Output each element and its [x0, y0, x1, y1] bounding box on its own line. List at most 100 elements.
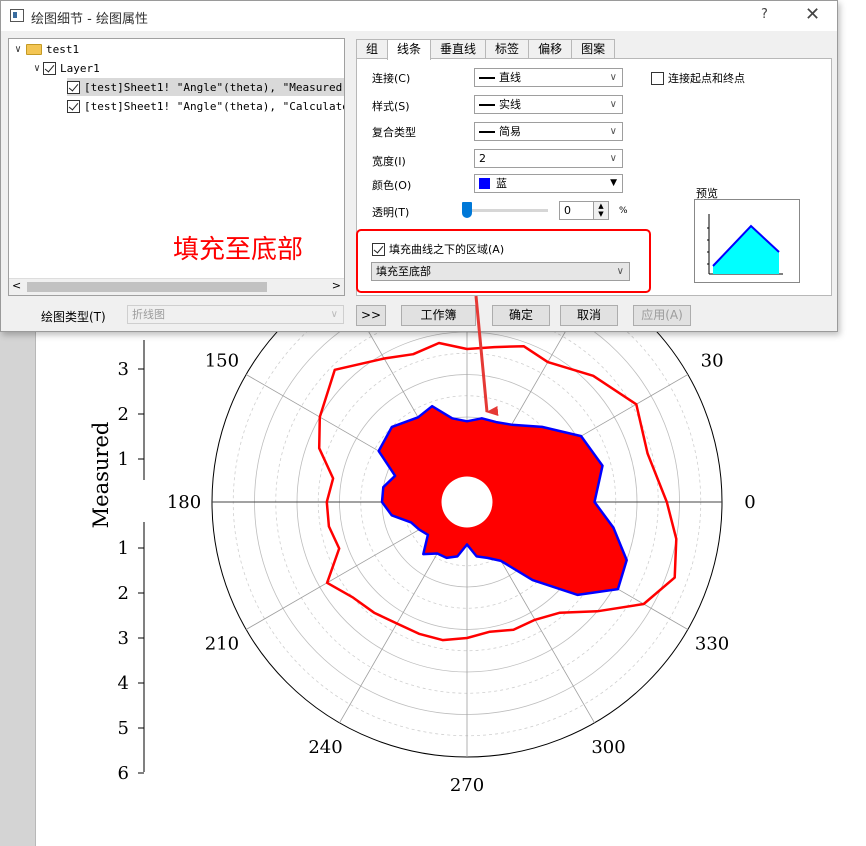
solid-line-icon [479, 76, 495, 79]
angle-label: 270 [450, 775, 484, 796]
tree-node-plot-label: [test]Sheet1! "Angle"(theta), "Calculate… [84, 99, 345, 113]
dialog-title: 绘图细节 - 绘图属性 [31, 12, 148, 27]
transparency-slider-track[interactable] [464, 209, 548, 212]
angle-label: 0 [744, 492, 755, 513]
connect-label: 连接(C) [372, 72, 411, 85]
transparency-slider-thumb[interactable] [462, 202, 472, 218]
chevron-down-icon: ∨ [609, 99, 617, 110]
radial-tick-label: 2 [118, 404, 129, 425]
composite-value: 简易 [499, 125, 521, 138]
tree-node-layer[interactable]: ∨ Layer1 [31, 59, 100, 77]
scroll-thumb[interactable] [27, 282, 267, 292]
style-label: 样式(S) [372, 100, 410, 113]
tree-node-plot-calculated[interactable]: [test]Sheet1! "Angle"(theta), "Calculate… [67, 97, 345, 115]
width-combo[interactable]: 2 ∨ [474, 149, 623, 168]
scroll-right-icon[interactable]: > [332, 279, 341, 292]
series-fill-measured [378, 406, 627, 595]
chevron-down-icon: ∨ [609, 126, 617, 137]
close-button[interactable]: ✕ [805, 4, 820, 25]
chevron-down-icon: ∨ [609, 72, 617, 83]
angle-label: 300 [591, 737, 625, 758]
apply-button[interactable]: 应用(A) [633, 305, 691, 326]
style-value: 实线 [499, 98, 521, 111]
plot-checkbox[interactable] [67, 80, 80, 94]
connect-endpoints-option[interactable]: 连接起点和终点 [651, 70, 745, 86]
width-value: 2 [479, 152, 486, 165]
triangle-down-icon: ▼ [610, 178, 617, 188]
help-button[interactable]: ? [761, 7, 768, 22]
plot-details-dialog: 绘图细节 - 绘图属性 ? ✕ ∨ test1 ∨ Layer1 [test]S… [0, 0, 838, 332]
color-value: 蓝 [496, 177, 507, 190]
angle-label: 180 [167, 492, 201, 513]
window-icon [10, 9, 24, 22]
radial-tick-label: 6 [118, 763, 129, 784]
width-label: 宽度(I) [372, 155, 406, 168]
line-preview [694, 199, 800, 283]
angle-label: 150 [205, 351, 239, 372]
expand-button[interactable]: >> [356, 305, 386, 326]
inner-hole [441, 476, 493, 528]
scroll-left-icon[interactable]: < [12, 279, 21, 292]
radial-tick-label: 5 [118, 718, 129, 739]
plot-type-value: 折线图 [132, 308, 165, 321]
preview-graphic [707, 214, 783, 275]
connect-value: 直线 [499, 71, 521, 84]
tab-line[interactable]: 线条 [387, 39, 432, 60]
layer-checkbox[interactable] [43, 61, 56, 75]
transparency-input[interactable]: 0 [559, 201, 597, 220]
workbook-button[interactable]: 工作簿 [401, 305, 476, 326]
radial-tick-label: 3 [118, 628, 129, 649]
transparency-spinner[interactable]: ▲ ▼ [593, 201, 609, 220]
transparency-label: 透明(T) [372, 206, 410, 219]
radial-tick-label: 1 [118, 449, 129, 470]
transparency-value: 0 [564, 204, 571, 217]
solid-line-icon [479, 130, 495, 133]
tab-group[interactable]: 组 [356, 39, 389, 58]
solid-line-icon [479, 103, 495, 106]
tab-label[interactable]: 标签 [485, 39, 530, 58]
style-select[interactable]: 实线 ∨ [474, 95, 623, 114]
color-label: 颜色(O) [372, 179, 412, 192]
composite-select[interactable]: 简易 ∨ [474, 122, 623, 141]
tree-node-layer-label: Layer1 [60, 61, 100, 75]
radial-tick-label: 3 [118, 359, 129, 380]
tab-strip: 组 线条 垂直线 标签 偏移 图案 [356, 39, 616, 60]
color-swatch [479, 178, 490, 189]
tree-node-plot-label: [test]Sheet1! "Angle"(theta), "Measured" [84, 80, 345, 94]
title-bar: 绘图细节 - 绘图属性 ? ✕ [1, 1, 837, 31]
fill-area-checkbox[interactable] [372, 242, 385, 256]
connect-select[interactable]: 直线 ∨ [474, 68, 623, 87]
tree-node-plot-measured[interactable]: [test]Sheet1! "Angle"(theta), "Measured" [67, 78, 345, 96]
radial-tick-label: 1 [118, 538, 129, 559]
composite-label: 复合类型 [372, 126, 416, 139]
fill-area-option[interactable]: 填充曲线之下的区域(A) [372, 241, 504, 257]
color-select[interactable]: 蓝 ▼ [474, 174, 623, 193]
connect-endpoints-label: 连接起点和终点 [668, 72, 745, 85]
tree-horizontal-scrollbar[interactable]: < > [9, 278, 344, 295]
fill-mode-value: 填充至底部 [376, 265, 431, 278]
plot-type-select[interactable]: 折线图 ∨ [127, 305, 344, 324]
angle-label: 210 [205, 634, 239, 655]
cancel-button[interactable]: 取消 [560, 305, 618, 326]
chevron-down-icon: ∨ [330, 309, 338, 320]
plot-type-label: 绘图类型(T) [41, 310, 106, 324]
tab-offset[interactable]: 偏移 [528, 39, 573, 58]
tab-pattern[interactable]: 图案 [571, 39, 616, 58]
ok-button[interactable]: 确定 [492, 305, 550, 326]
tree-node-book-label: test1 [46, 42, 80, 56]
radial-tick-label: 2 [118, 583, 129, 604]
plot-checkbox[interactable] [67, 99, 80, 113]
annotation-text: 填充至底部 [173, 235, 304, 265]
chevron-down-icon[interactable]: ∨ [31, 63, 43, 74]
fill-area-highlight [356, 229, 651, 293]
folder-icon [26, 43, 42, 55]
connect-endpoints-checkbox[interactable] [651, 71, 664, 85]
angle-label: 240 [308, 737, 342, 758]
chevron-down-icon: ∨ [616, 266, 624, 277]
fill-mode-select[interactable]: 填充至底部 ∨ [371, 262, 630, 281]
radial-tick-label: 4 [118, 673, 129, 694]
tree-node-book[interactable]: ∨ test1 [12, 40, 79, 58]
tab-drop-lines[interactable]: 垂直线 [430, 39, 487, 58]
chevron-down-icon[interactable]: ∨ [12, 44, 24, 55]
chevron-down-icon: ∨ [609, 153, 617, 164]
